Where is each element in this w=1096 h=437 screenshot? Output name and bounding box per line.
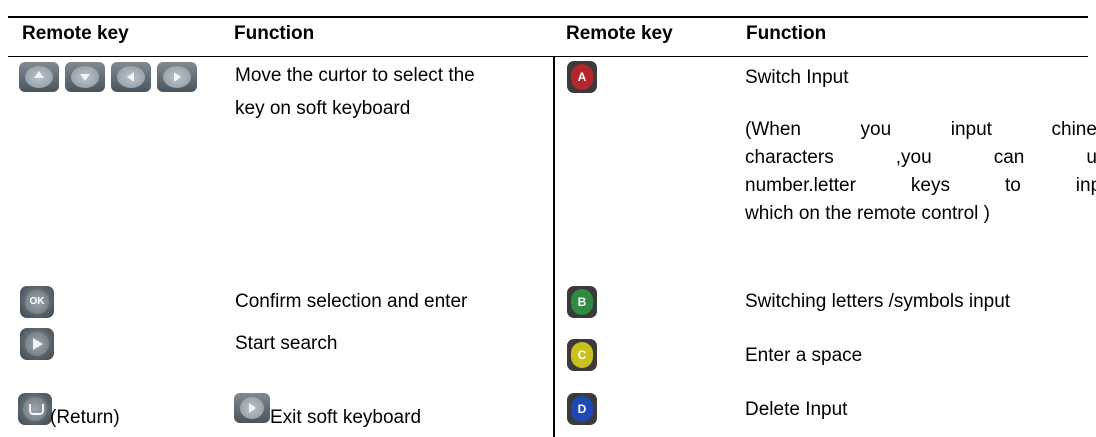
switch-input-note: (When you input chinese characters ,you … — [745, 116, 1096, 228]
function-line: Move the curtor to select the — [235, 65, 475, 86]
function-delete-input: Delete Input — [745, 399, 848, 420]
header-remote-key-right: Remote key — [566, 23, 673, 44]
function-enter-space: Enter a space — [745, 345, 863, 366]
function-start-search: Start search — [235, 333, 338, 354]
header-function-left: Function — [234, 23, 315, 44]
down-arrow-key-icon — [65, 62, 105, 92]
note-line: characters ,you can use — [745, 147, 1096, 168]
function-switch-letters: Switching letters /symbols input — [745, 291, 1011, 312]
note-line: number.letter keys to input — [745, 175, 1096, 196]
function-confirm: Confirm selection and enter — [235, 291, 468, 312]
function-exit-keyboard: Exit soft keyboard — [270, 407, 422, 428]
note-line: which on the remote control ) — [745, 203, 991, 224]
left-arrow-key-icon — [111, 62, 151, 92]
arrow-keys-icon — [19, 60, 199, 94]
right-arrow-key-icon — [234, 393, 270, 423]
function-switch-input: Switch Input — [745, 67, 849, 88]
ok-button-icon: OK — [20, 286, 54, 318]
return-key-note: (Return) — [50, 407, 120, 428]
column-divider — [553, 56, 555, 437]
play-button-icon — [20, 328, 54, 360]
header-function-right: Function — [746, 23, 827, 44]
return-button-icon — [18, 393, 52, 425]
blue-d-button-icon: D — [567, 393, 597, 425]
header-bottom-rule — [8, 56, 1088, 57]
note-line: (When you input chinese — [745, 119, 1096, 140]
yellow-c-button-icon: C — [567, 339, 597, 371]
function-move-cursor: Move the curtor to select the key on sof… — [235, 62, 475, 123]
function-line: key on soft keyboard — [235, 98, 411, 119]
right-arrow-key-icon — [157, 62, 197, 92]
up-arrow-key-icon — [19, 62, 59, 92]
header-remote-key-left: Remote key — [22, 23, 129, 44]
red-a-button-icon: A — [567, 61, 597, 93]
table-top-rule — [8, 16, 1088, 18]
green-b-button-icon: B — [567, 286, 597, 318]
